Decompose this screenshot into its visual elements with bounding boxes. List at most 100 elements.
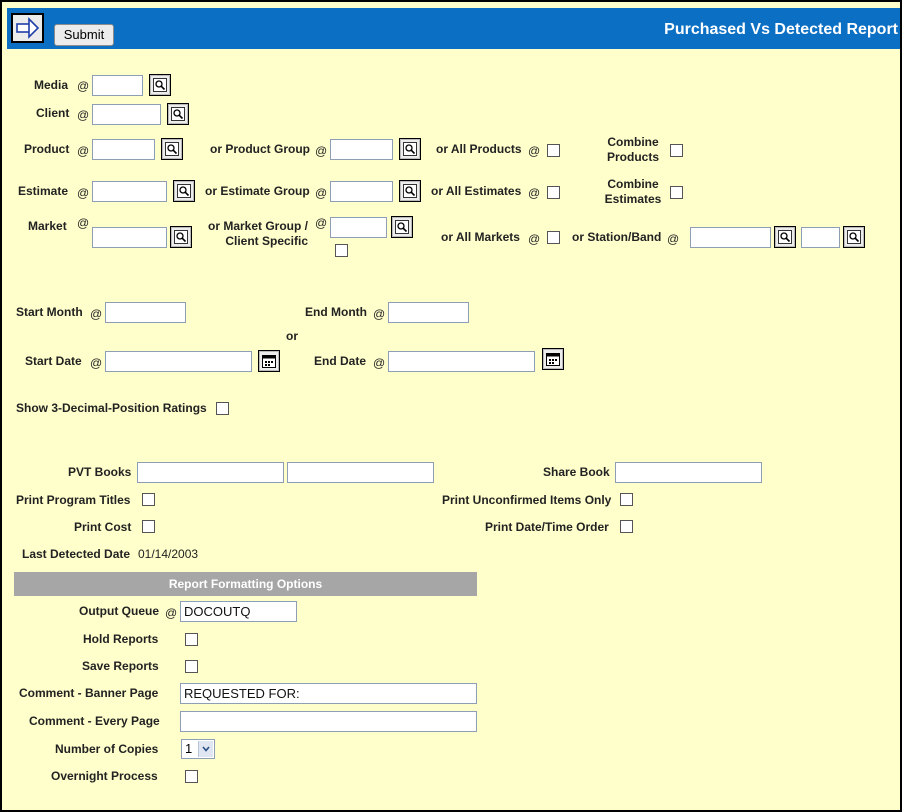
estimate-group-lookup-button[interactable] [399, 180, 421, 202]
estimate-lookup-button[interactable] [173, 180, 195, 202]
print-program-titles-checkbox[interactable] [142, 493, 155, 506]
output-queue-input[interactable] [180, 601, 297, 622]
magnifier-icon [395, 220, 409, 234]
product-input[interactable] [92, 139, 155, 160]
last-detected-value: 01/14/2003 [138, 547, 199, 561]
client-lookup-button[interactable] [167, 103, 189, 125]
all-products-label: or All Products [436, 142, 522, 156]
hold-reports-checkbox[interactable] [185, 633, 198, 646]
product-lookup-button[interactable] [161, 138, 183, 160]
media-at: @ [77, 79, 90, 93]
market-at: @ [77, 216, 90, 230]
start-date-calendar-button[interactable] [258, 350, 280, 372]
print-unconfirmed-label: Print Unconfirmed Items Only [442, 493, 612, 507]
market-group-label: or Market Group / Client Specific [208, 219, 309, 248]
copies-value: 1 [185, 741, 193, 756]
product-group-lookup-button[interactable] [399, 138, 421, 160]
client-specific-checkbox[interactable] [335, 244, 348, 257]
arrow-right-icon [16, 17, 40, 39]
media-label: Media [34, 78, 69, 92]
all-markets-label: or All Markets [441, 230, 520, 244]
all-markets-checkbox[interactable] [547, 231, 560, 244]
magnifier-icon [403, 184, 417, 198]
all-estimates-checkbox[interactable] [547, 186, 560, 199]
product-group-label: or Product Group [210, 142, 310, 156]
estimate-input[interactable] [92, 181, 167, 202]
band-lookup-button[interactable] [843, 226, 865, 248]
start-date-at: @ [90, 356, 103, 370]
product-group-input[interactable] [330, 139, 393, 160]
product-at: @ [77, 144, 90, 158]
save-reports-label: Save Reports [82, 659, 159, 673]
market-label: Market [28, 219, 67, 233]
start-month-label: Start Month [16, 305, 83, 319]
combine-products-checkbox[interactable] [670, 144, 683, 157]
hold-reports-label: Hold Reports [83, 632, 159, 646]
all-estimates-label: or All Estimates [431, 184, 522, 198]
media-lookup-button[interactable] [149, 74, 171, 96]
chevron-down-icon [202, 746, 210, 752]
save-reports-checkbox[interactable] [185, 660, 198, 673]
comment-banner-input[interactable] [180, 683, 477, 704]
combine-products-label: Combine Products [606, 135, 659, 164]
magnifier-icon [847, 230, 861, 244]
all-products-checkbox[interactable] [547, 144, 560, 157]
media-input[interactable] [92, 75, 143, 96]
market-group-lookup-button[interactable] [391, 216, 413, 238]
station-lookup-button[interactable] [774, 226, 796, 248]
print-date-time-order-checkbox[interactable] [620, 520, 633, 533]
last-detected-label: Last Detected Date [22, 547, 131, 561]
output-queue-label: Output Queue [79, 604, 159, 618]
end-date-input[interactable] [388, 351, 535, 372]
start-date-input[interactable] [105, 351, 252, 372]
station-band-label: or Station/Band [572, 230, 662, 244]
client-input[interactable] [92, 104, 161, 125]
share-book-input[interactable] [615, 462, 762, 483]
overnight-label: Overnight Process [51, 769, 158, 783]
copies-label: Number of Copies [55, 742, 159, 756]
calendar-icon [262, 355, 276, 368]
show-3-decimal-checkbox[interactable] [216, 402, 229, 415]
output-queue-at: @ [165, 606, 178, 620]
print-cost-checkbox[interactable] [142, 520, 155, 533]
start-month-at: @ [90, 307, 103, 321]
product-label: Product [24, 142, 70, 156]
combine-estimates-checkbox[interactable] [670, 186, 683, 199]
market-group-input[interactable] [330, 217, 387, 238]
submit-button[interactable]: Submit [54, 24, 114, 46]
end-month-input[interactable] [388, 302, 469, 323]
report-panel: Submit Purchased Vs Detected Report Medi… [0, 0, 902, 812]
overnight-checkbox[interactable] [185, 770, 198, 783]
dropdown-arrow[interactable] [198, 741, 213, 757]
end-date-calendar-button[interactable] [542, 348, 564, 370]
start-month-input[interactable] [105, 302, 186, 323]
station-input[interactable] [690, 227, 771, 248]
estimate-label: Estimate [18, 184, 69, 198]
pvt-book-1-input[interactable] [137, 462, 284, 483]
print-unconfirmed-checkbox[interactable] [620, 493, 633, 506]
page-title: Purchased Vs Detected Report [664, 21, 898, 38]
comment-banner-label: Comment - Banner Page [19, 686, 159, 700]
navigate-button[interactable] [11, 13, 44, 43]
end-date-label: End Date [314, 354, 367, 368]
magnifier-icon [153, 78, 167, 92]
estimate-group-input[interactable] [330, 181, 393, 202]
market-input[interactable] [92, 227, 167, 248]
comment-every-input[interactable] [180, 711, 477, 732]
comment-every-label: Comment - Every Page [29, 714, 160, 728]
show-3-decimal-label: Show 3-Decimal-Position Ratings [16, 401, 207, 415]
magnifier-icon [165, 142, 179, 156]
share-book-label: Share Book [543, 465, 610, 479]
all-products-at: @ [528, 144, 541, 158]
magnifier-icon [174, 230, 188, 244]
band-input[interactable] [801, 227, 840, 248]
magnifier-icon [171, 107, 185, 121]
estimate-group-label: or Estimate Group [205, 184, 310, 198]
print-cost-label: Print Cost [74, 520, 132, 534]
header-bar: Submit Purchased Vs Detected Report [7, 8, 900, 49]
market-lookup-button[interactable] [170, 226, 192, 248]
end-month-label: End Month [305, 305, 367, 319]
print-program-titles-label: Print Program Titles [16, 493, 131, 507]
copies-select[interactable]: 1 [181, 739, 215, 759]
pvt-book-2-input[interactable] [287, 462, 434, 483]
